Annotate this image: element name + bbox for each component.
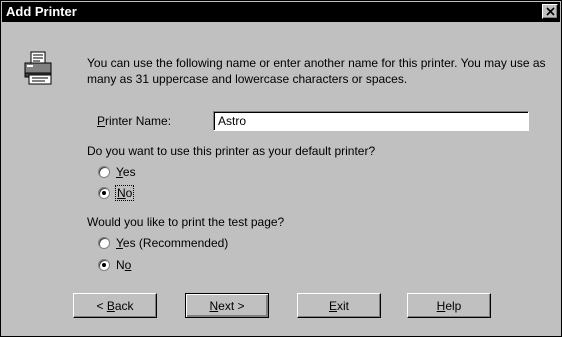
test-yes-radio[interactable]: Yes (Recommended) bbox=[98, 235, 258, 251]
test-page-question: Would you like to print the test page? bbox=[87, 215, 285, 229]
printer-icon bbox=[24, 51, 52, 85]
back-button[interactable]: < Back bbox=[73, 293, 157, 318]
close-button[interactable] bbox=[542, 4, 558, 19]
window-title: Add Printer bbox=[6, 4, 77, 19]
test-no-radio[interactable]: No bbox=[98, 257, 158, 273]
intro-text: You can use the following name or enter … bbox=[87, 56, 546, 86]
printer-name-input[interactable] bbox=[213, 111, 529, 131]
default-no-radio[interactable]: No bbox=[98, 185, 158, 201]
close-icon bbox=[546, 7, 555, 16]
default-yes-radio[interactable]: Yes bbox=[98, 164, 158, 180]
exit-button[interactable]: Exit bbox=[297, 293, 381, 318]
next-button[interactable]: Next > bbox=[185, 293, 269, 318]
title-bar: Add Printer bbox=[2, 2, 560, 22]
radio-circle bbox=[98, 259, 110, 271]
default-printer-question: Do you want to use this printer as your … bbox=[87, 144, 376, 158]
radio-circle bbox=[98, 166, 110, 178]
help-button[interactable]: Help bbox=[407, 293, 491, 318]
radio-circle bbox=[98, 237, 110, 249]
add-printer-dialog: Add Printer You can use the following na… bbox=[0, 0, 562, 337]
printer-name-label: Printer Name: bbox=[97, 114, 172, 128]
radio-circle bbox=[98, 187, 110, 199]
